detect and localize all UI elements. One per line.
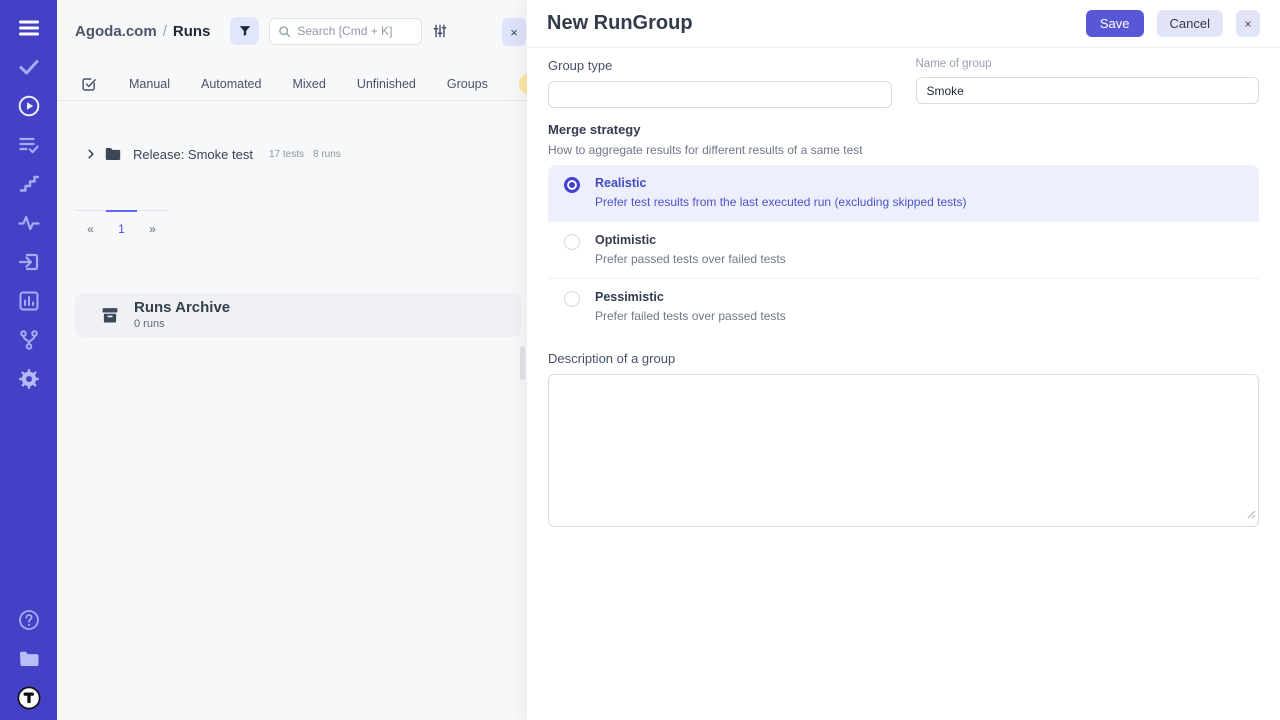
tab-automated[interactable]: Automated [201,77,261,91]
cancel-button[interactable]: Cancel [1157,10,1223,37]
option-optimistic-description: Prefer passed tests over failed tests [595,252,786,266]
search-icon [278,25,291,38]
search-box [269,18,422,45]
merge-strategy-hint: How to aggregate results for different r… [548,143,1259,157]
pagination-prev[interactable]: « [75,211,106,236]
group-type-field: Group type [548,58,892,108]
breadcrumb: Agoda.com / Runs [75,23,210,40]
description-textarea[interactable] [548,374,1259,527]
name-of-group-label: Name of group [916,58,1260,70]
description-textarea-wrap [548,374,1259,527]
option-text: Optimistic Prefer passed tests over fail… [595,233,786,266]
drawer-close-button[interactable]: × [1236,10,1260,37]
runs-panel: Agoda.com / Runs × Manual Automated Mixe… [57,0,527,720]
branches-icon[interactable] [17,328,41,352]
radio-unselected-icon[interactable] [564,234,580,250]
projects-folder-icon[interactable] [17,647,41,671]
breadcrumb-separator: / [163,23,167,40]
radio-selected-icon[interactable] [564,177,580,193]
option-optimistic[interactable]: Optimistic Prefer passed tests over fail… [548,221,1259,278]
funnel-icon [238,24,252,38]
folder-icon [105,147,121,161]
merge-strategy-options: Realistic Prefer test results from the l… [548,165,1259,335]
option-text: Realistic Prefer test results from the l… [595,176,967,209]
pagination: « 1 » [75,210,168,236]
pagination-page-1[interactable]: 1 [106,210,137,236]
merge-strategy-label: Merge strategy [548,122,1259,137]
option-realistic-title: Realistic [595,176,967,190]
runs-panel-header: Agoda.com / Runs [75,17,527,45]
tab-manual[interactable]: Manual [129,77,170,91]
top-fields: Group type Name of group [548,58,1259,108]
radio-unselected-icon[interactable] [564,291,580,307]
option-realistic-description: Prefer test results from the last execut… [595,195,967,209]
logo-t-icon[interactable] [17,686,41,710]
group-type-input[interactable] [548,81,892,108]
tab-mixed[interactable]: Mixed [292,77,325,91]
help-icon[interactable] [17,608,41,632]
drawer-actions: Save Cancel × [1086,10,1260,37]
settings-gear-icon[interactable] [17,367,41,391]
menu-icon[interactable] [17,16,41,40]
tab-groups[interactable]: Groups [447,77,488,91]
runs-filter-tabs: Manual Automated Mixed Unfinished Groups… [57,68,527,101]
select-all-icon[interactable] [81,76,98,93]
reports-chart-icon[interactable] [17,289,41,313]
archive-title: Runs Archive [134,300,230,317]
option-pessimistic-title: Pessimistic [595,290,786,304]
runs-archive-row[interactable]: Runs Archive 0 runs [75,293,521,337]
panel-close-button[interactable]: × [502,18,526,46]
option-pessimistic[interactable]: Pessimistic Prefer failed tests over pas… [548,278,1259,335]
archive-text: Runs Archive 0 runs [134,300,230,330]
merge-strategy-block: Merge strategy How to aggregate results … [548,122,1259,335]
pulse-icon[interactable] [17,211,41,235]
run-group-label: Release: Smoke test [133,147,253,162]
breadcrumb-project[interactable]: Agoda.com [75,23,157,40]
filter-button[interactable] [230,17,259,45]
runs-count: 8 runs [313,149,341,160]
group-type-label: Group type [548,58,892,73]
drawer-header: New RunGroup Save Cancel × [527,0,1280,48]
description-label: Description of a group [548,351,1259,366]
search-input[interactable] [297,24,413,38]
run-group-row[interactable]: Release: Smoke test 17 tests 8 runs [85,141,341,167]
tab-unfinished[interactable]: Unfinished [357,77,416,91]
plans-list-check-icon[interactable] [17,133,41,157]
drawer-title: New RunGroup [547,12,693,35]
option-optimistic-title: Optimistic [595,233,786,247]
analytics-steps-icon[interactable] [17,172,41,196]
save-button[interactable]: Save [1086,10,1144,37]
runs-play-icon[interactable] [17,94,41,118]
panel-scrollbar-thumb[interactable] [520,346,525,380]
name-of-group-field: Name of group [916,58,1260,108]
import-icon[interactable] [17,250,41,274]
name-of-group-input[interactable] [916,77,1260,104]
tests-check-icon[interactable] [17,55,41,79]
archive-count: 0 runs [134,318,230,330]
breadcrumb-page: Runs [173,23,211,40]
option-text: Pessimistic Prefer failed tests over pas… [595,290,786,323]
chevron-right-icon[interactable] [85,148,97,160]
option-pessimistic-description: Prefer failed tests over passed tests [595,309,786,323]
new-rungroup-drawer: New RunGroup Save Cancel × Group type Na… [527,0,1280,720]
option-realistic[interactable]: Realistic Prefer test results from the l… [548,165,1259,221]
pagination-next[interactable]: » [137,211,168,236]
archive-icon [100,306,120,325]
app-sidebar [0,0,57,720]
run-group-counts: 17 tests 8 runs [269,149,341,160]
severity-badge[interactable]: Severity [519,73,527,95]
drawer-body: Group type Name of group Merge strategy … [527,48,1280,527]
tests-count: 17 tests [269,149,304,160]
description-block: Description of a group [548,351,1259,527]
adjustments-icon[interactable] [432,23,448,39]
